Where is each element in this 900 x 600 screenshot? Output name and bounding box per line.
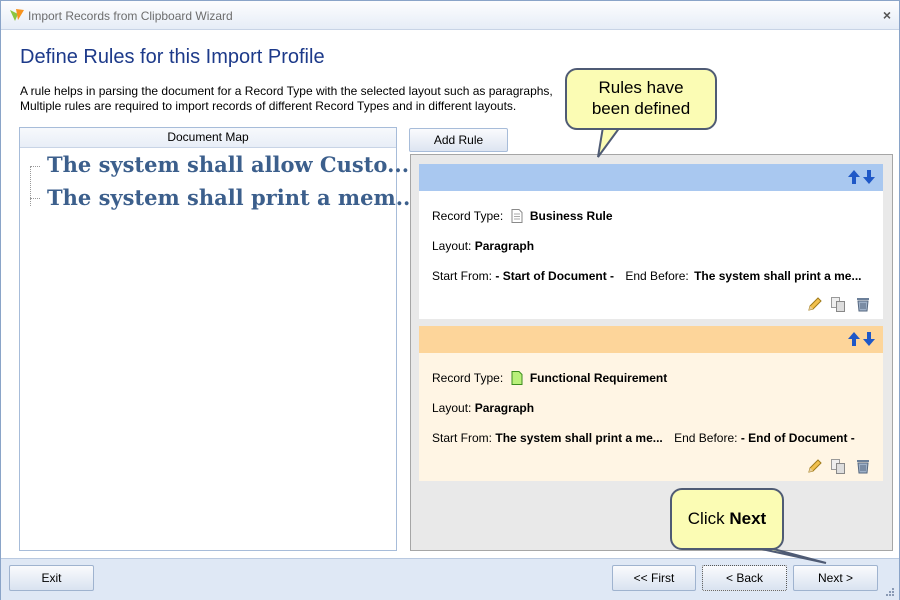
callout-click-next: Click Next (670, 488, 784, 550)
callout-rules-line-2: been defined (591, 99, 691, 118)
callout-pointer-rules (597, 126, 621, 158)
callout-next-prefix: Click (687, 509, 730, 528)
callout-rules-line-1: Rules have (598, 78, 684, 97)
callout-next-bold: Next (729, 509, 767, 528)
callout-rules-defined: Rules have been defined (565, 68, 717, 130)
